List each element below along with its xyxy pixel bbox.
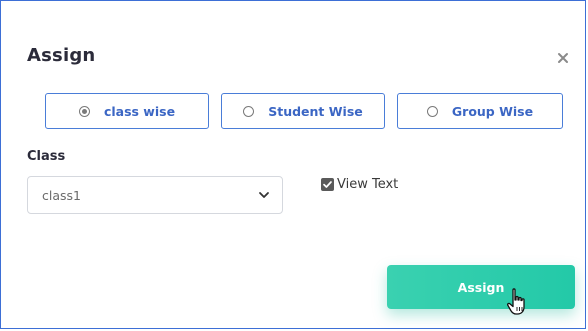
radio-selected-icon (78, 105, 90, 117)
checkmark-icon (323, 181, 332, 188)
assign-modal: Assign class wise Student Wise Group Wis… (0, 0, 586, 329)
class-select-value: class1 (42, 188, 81, 203)
class-select[interactable]: class1 (27, 176, 283, 214)
chevron-down-icon (259, 192, 269, 198)
view-text-checkbox[interactable] (321, 178, 334, 191)
class-field-label: Class (27, 149, 66, 164)
assign-button-label: Assign (457, 279, 505, 295)
radio-class-wise-label: class wise (103, 103, 176, 119)
radio-student-wise-label: Student Wise (268, 103, 363, 119)
close-icon[interactable] (555, 51, 571, 67)
radio-unselected-icon (426, 105, 438, 117)
radio-group-wise[interactable]: Group Wise (397, 93, 563, 129)
view-text-option: View Text (321, 177, 398, 192)
radio-group-wise-label: Group Wise (451, 103, 534, 119)
modal-title: Assign (27, 45, 96, 66)
hand-pointer-icon (507, 288, 525, 315)
radio-unselected-icon (243, 105, 255, 117)
radio-student-wise[interactable]: Student Wise (221, 93, 385, 129)
assign-button[interactable]: Assign (387, 265, 575, 309)
view-text-label: View Text (337, 177, 399, 192)
radio-class-wise[interactable]: class wise (45, 93, 209, 129)
